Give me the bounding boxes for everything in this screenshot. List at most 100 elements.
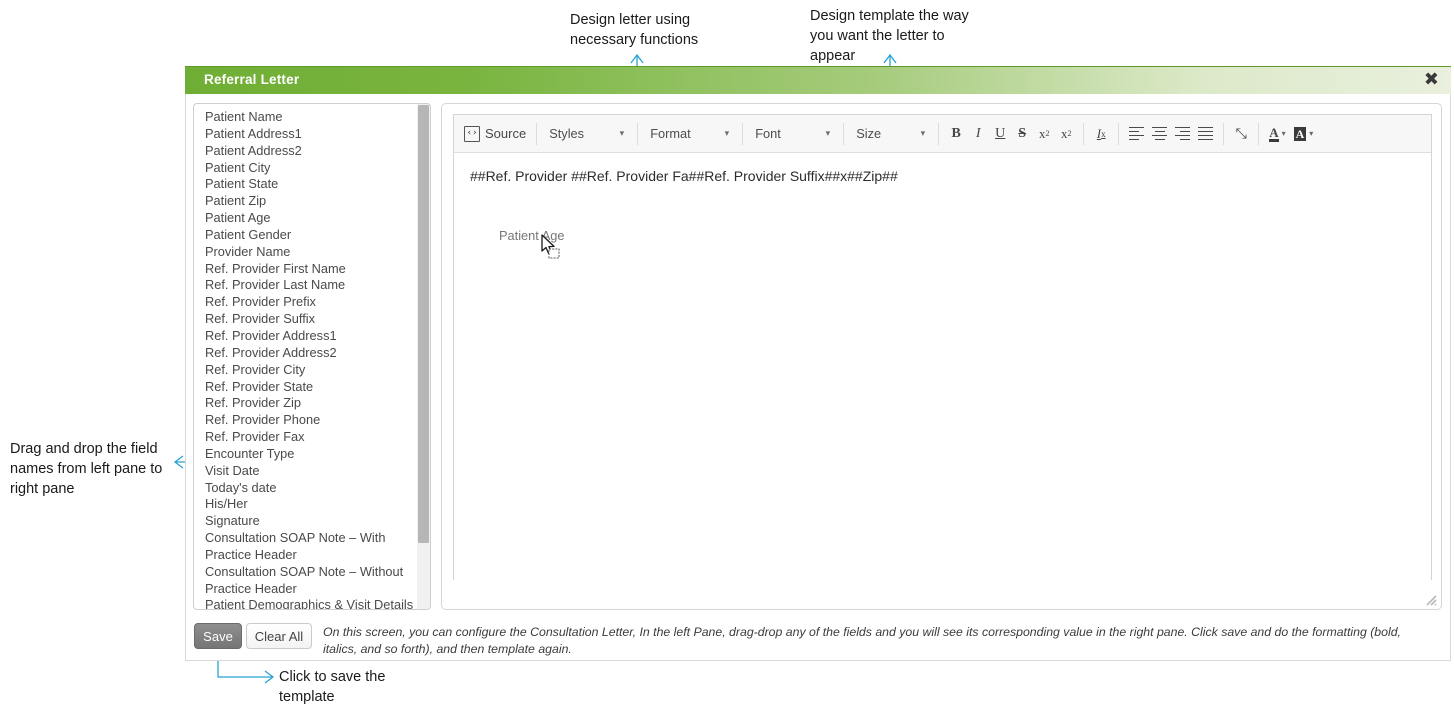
subscript-button[interactable]: x2	[1033, 121, 1055, 147]
superscript-exp: 2	[1067, 129, 1072, 138]
align-center-icon	[1152, 126, 1168, 141]
maximize-icon[interactable]: ⤡	[1230, 121, 1252, 147]
field-list[interactable]: Patient Name Patient Address1 Patient Addr…	[194, 109, 416, 609]
align-right-button[interactable]	[1171, 121, 1194, 147]
list-item[interactable]: Ref. Provider Phone	[194, 412, 416, 429]
close-icon[interactable]: ✖	[1424, 71, 1439, 89]
font-dropdown-label: Font	[755, 126, 781, 141]
justify-button[interactable]	[1194, 121, 1217, 147]
rich-text-editor: ‹› Source Styles ▾ Format ▾ Font ▾ Size …	[453, 114, 1432, 580]
list-item[interactable]: Patient Name	[194, 109, 416, 126]
editor-content-area[interactable]: ##Ref. Provider ##Ref. Provider Fa##Ref.…	[454, 153, 1431, 580]
chevron-down-icon: ▾	[825, 128, 831, 138]
annotation-drag-drop: Drag and drop the field names from left …	[10, 441, 163, 497]
remove-format-button[interactable]: Ix	[1090, 121, 1112, 147]
list-item[interactable]: Encounter Type	[194, 446, 416, 463]
font-dropdown[interactable]: Font ▾	[749, 121, 837, 147]
toolbar-divider	[637, 122, 639, 145]
toolbar-divider	[843, 122, 845, 145]
align-left-button[interactable]	[1125, 121, 1148, 147]
list-item[interactable]: Patient City	[194, 160, 416, 177]
size-dropdown-label: Size	[856, 126, 882, 141]
list-item[interactable]: Ref. Provider Prefix	[194, 294, 416, 311]
toolbar-divider	[938, 122, 940, 145]
underline-button[interactable]: U	[989, 121, 1011, 147]
toolbar-divider	[1118, 122, 1120, 145]
bold-button[interactable]: B	[945, 121, 967, 147]
list-item[interactable]: Ref. Provider Address1	[194, 328, 416, 345]
background-color-button[interactable]: A ▾	[1290, 121, 1318, 147]
chevron-down-icon: ▾	[724, 128, 730, 138]
list-item[interactable]: Today's date	[194, 480, 416, 497]
annotation-click-save: Click to save the template	[279, 669, 386, 705]
list-item[interactable]: Patient Gender	[194, 227, 416, 244]
source-button[interactable]: ‹› Source	[460, 121, 530, 147]
justify-icon	[1198, 126, 1214, 141]
page-title: Referral Letter	[204, 72, 300, 87]
editor-resize-grip[interactable]	[1423, 592, 1437, 606]
align-center-button[interactable]	[1148, 121, 1171, 147]
drag-cursor-icon	[541, 234, 560, 259]
strikethrough-button[interactable]: S	[1011, 121, 1033, 147]
toolbar-divider	[1258, 122, 1260, 145]
chevron-down-icon: ▾	[1309, 129, 1314, 138]
list-item[interactable]: Visit Date	[194, 463, 416, 480]
superscript-button[interactable]: x2	[1055, 121, 1077, 147]
toolbar-divider	[1223, 122, 1225, 145]
toolbar-divider	[536, 122, 538, 145]
align-left-icon	[1129, 126, 1145, 141]
toolbar-divider	[1083, 122, 1085, 145]
remove-format-sub: x	[1101, 128, 1106, 139]
list-item[interactable]: His/Her	[194, 496, 416, 513]
styles-dropdown[interactable]: Styles ▾	[543, 121, 631, 147]
list-item[interactable]: Ref. Provider Suffix	[194, 311, 416, 328]
format-dropdown-label: Format	[650, 126, 691, 141]
toolbar-divider	[742, 122, 744, 145]
background-color-icon: A	[1293, 126, 1307, 141]
editor-pane: ‹› Source Styles ▾ Format ▾ Font ▾ Size …	[441, 103, 1442, 610]
list-item[interactable]: Patient State	[194, 176, 416, 193]
list-item[interactable]: Practice Header	[194, 581, 416, 598]
list-item[interactable]: Patient Address2	[194, 143, 416, 160]
list-item[interactable]: Patient Zip	[194, 193, 416, 210]
annotation-design-template: Design template the way you want the let…	[810, 8, 969, 64]
list-item[interactable]: Patient Address1	[194, 126, 416, 143]
align-right-icon	[1175, 126, 1191, 141]
field-pane: Patient Name Patient Address1 Patient Addr…	[193, 103, 431, 610]
list-item[interactable]: Ref. Provider First Name	[194, 261, 416, 278]
list-item[interactable]: Provider Name	[194, 244, 416, 261]
field-list-scroll-thumb[interactable]	[418, 105, 429, 543]
annotation-design-letter: Design letter using necessary functions	[570, 12, 699, 48]
list-item[interactable]: Ref. Provider Last Name	[194, 277, 416, 294]
list-item[interactable]: Patient Age	[194, 210, 416, 227]
merge-field-text: ##Ref. Provider ##Ref. Provider Fa##Ref.…	[470, 168, 898, 184]
dialog-header: Referral Letter ✖	[185, 66, 1451, 94]
chevron-down-icon: ▾	[920, 128, 926, 138]
size-dropdown[interactable]: Size ▾	[850, 121, 932, 147]
save-button[interactable]: Save	[194, 623, 242, 649]
help-text: On this screen, you can configure the Co…	[323, 625, 1401, 656]
list-item[interactable]: Ref. Provider Address2	[194, 345, 416, 362]
list-item[interactable]: Practice Header	[194, 547, 416, 564]
screenshot-root: Design letter using necessary functions …	[0, 0, 1454, 714]
list-item[interactable]: Consultation SOAP Note – With	[194, 530, 416, 547]
text-color-icon: A	[1269, 124, 1279, 142]
list-item[interactable]: Ref. Provider City	[194, 362, 416, 379]
list-item[interactable]: Ref. Provider Fax	[194, 429, 416, 446]
styles-dropdown-label: Styles	[549, 126, 585, 141]
list-item[interactable]: Ref. Provider State	[194, 379, 416, 396]
italic-button[interactable]: I	[967, 121, 989, 147]
list-item[interactable]: Ref. Provider Zip	[194, 395, 416, 412]
text-color-button[interactable]: A ▾	[1265, 121, 1289, 147]
field-list-scrollbar[interactable]	[417, 104, 430, 609]
list-item[interactable]: Signature	[194, 513, 416, 530]
chevron-down-icon: ▾	[619, 128, 625, 138]
subscript-exp: 2	[1045, 129, 1050, 138]
source-code-icon: ‹›	[464, 125, 480, 142]
list-item[interactable]: Patient Demographics & Visit Details	[194, 597, 416, 609]
list-item[interactable]: Consultation SOAP Note – Without	[194, 564, 416, 581]
format-dropdown[interactable]: Format ▾	[644, 121, 736, 147]
chevron-down-icon: ▾	[1281, 129, 1286, 138]
clear-all-button[interactable]: Clear All	[246, 623, 312, 649]
source-button-label: Source	[485, 126, 527, 141]
